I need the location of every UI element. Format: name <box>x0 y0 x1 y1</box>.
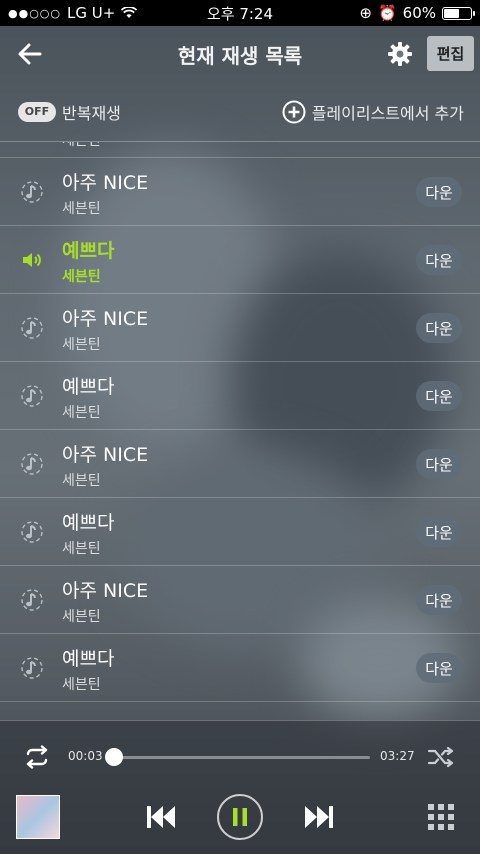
back-arrow-icon[interactable] <box>14 38 46 70</box>
carrier-label: LG U+ <box>67 4 116 22</box>
grid-icon[interactable] <box>428 804 454 830</box>
alarm-icon: ⏰ <box>377 4 397 22</box>
repeat-toggle[interactable]: OFF <box>18 101 56 122</box>
download-button[interactable]: 다운 <box>416 245 462 275</box>
plus-circle-icon <box>282 100 306 124</box>
repeat-label: 반복재생 <box>62 103 121 123</box>
page-title: 현재 재생 목록 <box>177 43 303 68</box>
track-row[interactable]: 예쁘다세븐틴 다운 <box>0 498 480 566</box>
track-artist: 세븐틴 <box>62 201 101 217</box>
music-note-icon <box>21 453 43 475</box>
status-bar: ●●○○○ LG U+ 오후 7:24 ⊕ ⏰ 60% <box>0 0 480 26</box>
download-button[interactable]: 다운 <box>416 177 462 207</box>
track-artist: 세븐틴 <box>62 142 101 150</box>
download-button[interactable]: 다운 <box>416 313 462 343</box>
music-note-icon <box>21 385 43 407</box>
wifi-icon <box>121 7 138 18</box>
music-note-icon <box>21 657 43 679</box>
track-row[interactable]: 아주 NICE 세븐틴 다운 <box>0 430 480 498</box>
track-artist: 세븐틴 <box>62 677 101 693</box>
track-title: 예쁘다 <box>62 240 115 262</box>
add-from-playlist-button[interactable]: 플레이리스트에서 추가 <box>282 100 464 124</box>
track-row[interactable]: 예쁘다세븐틴 다운 <box>0 362 480 430</box>
music-note-icon <box>21 521 43 543</box>
battery-icon <box>442 6 475 20</box>
music-note-icon <box>21 181 43 203</box>
track-artist: 세븐틴 <box>62 405 101 421</box>
speaker-icon <box>23 253 41 267</box>
progress-knob[interactable] <box>104 748 123 766</box>
track-row[interactable]: 아주 NICE 세븐틴 다운 <box>0 566 480 634</box>
clock: 오후 7:24 <box>206 4 274 23</box>
next-icon[interactable] <box>302 803 336 831</box>
battery-percent: 60% <box>402 4 436 22</box>
signal-dots-icon: ●●○○○ <box>8 6 61 20</box>
gear-icon[interactable] <box>386 40 414 68</box>
shuffle-icon[interactable] <box>427 745 455 769</box>
track-title: 아주 NICE <box>62 308 149 330</box>
progress-slider[interactable] <box>104 748 370 766</box>
elapsed-time: 00:03 <box>68 749 103 763</box>
track-artist: 세븐틴 <box>62 609 101 625</box>
repeat-bar: OFF 반복재생 플레이리스트에서 추가 <box>0 82 480 142</box>
download-button[interactable]: 다운 <box>416 653 462 683</box>
track-title: 예쁘다 <box>62 648 115 670</box>
track-row[interactable]: 예쁘다세븐틴 다운 <box>0 226 480 294</box>
download-button[interactable]: 다운 <box>416 449 462 479</box>
rotation-lock-icon: ⊕ <box>359 4 372 22</box>
track-artist: 세븐틴 <box>62 269 101 285</box>
track-artist: 세븐틴 <box>62 541 101 557</box>
track-row[interactable]: 아주 NICE세븐틴다운 <box>0 142 480 158</box>
prev-icon[interactable] <box>144 803 178 831</box>
track-row[interactable]: 아주 NICE 세븐틴 다운 <box>0 158 480 226</box>
edit-button[interactable]: 편집 <box>427 36 474 71</box>
total-time: 03:27 <box>380 749 415 763</box>
track-title: 예쁘다 <box>62 376 115 398</box>
playlist[interactable]: 아주 NICE세븐틴다운아주 NICE세븐틴다운예쁘다세븐틴다운아주 NICE세… <box>0 142 480 720</box>
album-art-thumbnail[interactable] <box>16 795 60 839</box>
track-row[interactable]: 아주 NICE 세븐틴 다운 <box>0 294 480 362</box>
music-note-icon <box>21 589 43 611</box>
download-button[interactable]: 다운 <box>416 517 462 547</box>
player-bar: 00:03 03:27 <box>0 720 480 854</box>
track-artist: 세븐틴 <box>62 473 101 489</box>
track-row[interactable]: 예쁘다세븐틴 다운 <box>0 634 480 702</box>
track-title: 아주 NICE <box>62 444 149 466</box>
download-button[interactable]: 다운 <box>416 585 462 615</box>
track-title: 예쁘다 <box>62 512 115 534</box>
header: 현재 재생 목록 편집 <box>0 26 480 82</box>
pause-button[interactable] <box>217 794 263 840</box>
repeat-icon[interactable] <box>22 745 52 769</box>
track-title: 아주 NICE <box>62 580 149 602</box>
track-title: 아주 NICE <box>62 172 149 194</box>
download-button[interactable]: 다운 <box>416 381 462 411</box>
pause-icon <box>233 808 247 826</box>
track-artist: 세븐틴 <box>62 337 101 353</box>
music-note-icon <box>21 317 43 339</box>
add-from-playlist-label: 플레이리스트에서 추가 <box>311 104 464 123</box>
